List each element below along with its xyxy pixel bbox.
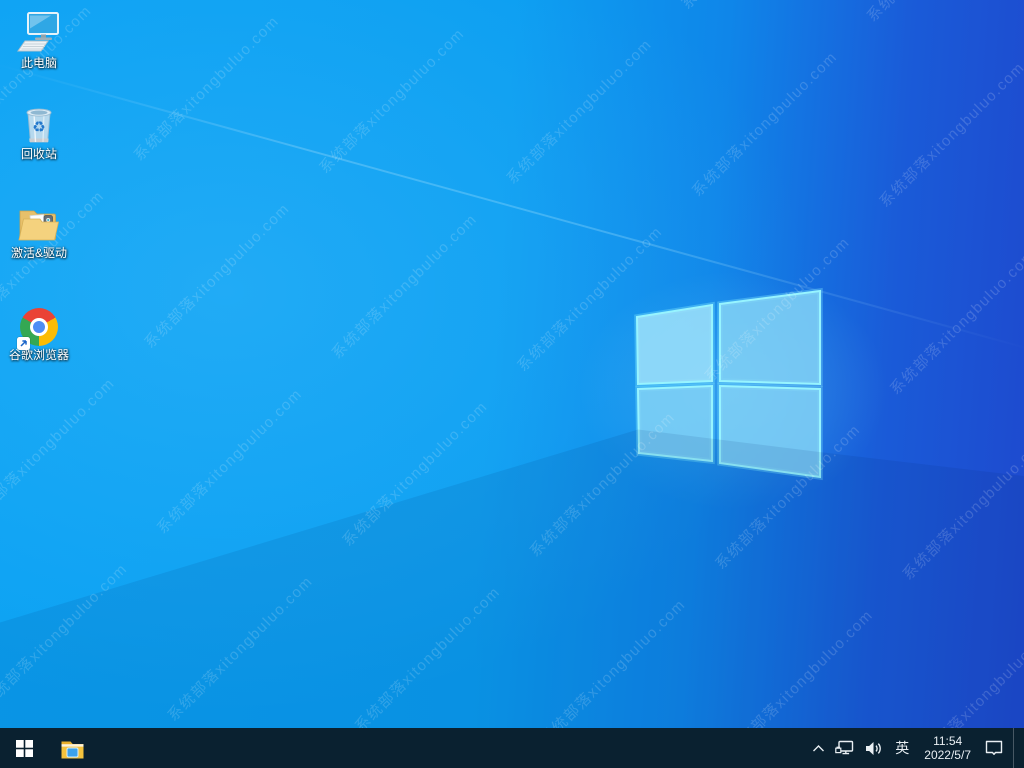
ime-language-indicator[interactable]: 英	[888, 728, 916, 768]
desktop-icon-label: 谷歌浏览器	[8, 348, 69, 362]
taskbar-clock[interactable]: 11:54 2022/5/7	[916, 728, 979, 768]
desktop-icon-label: 回收站	[20, 147, 57, 161]
shortcut-arrow-badge	[17, 337, 30, 350]
show-desktop-button[interactable]	[1014, 728, 1024, 768]
recycle-bin-icon: ♻	[15, 101, 63, 147]
start-button[interactable]	[0, 728, 48, 768]
action-center-icon	[985, 740, 1003, 755]
desktop-icon-chrome[interactable]: 谷歌浏览器	[3, 302, 75, 362]
windows-start-icon	[15, 739, 33, 757]
action-center-button[interactable]	[979, 728, 1009, 768]
desktop-icon-label: 此电脑	[20, 56, 57, 70]
clock-date: 2022/5/7	[924, 748, 971, 762]
desktop-area: 系统部落xitongbuluo.com 系统部落xitongbuluo.com …	[0, 0, 1024, 728]
taskbar: 英 11:54 2022/5/7	[0, 728, 1024, 768]
file-explorer-button[interactable]	[48, 728, 96, 768]
desktop-icon-recycle-bin[interactable]: ♻ 回收站	[3, 101, 75, 161]
volume-tray-button[interactable]	[860, 728, 888, 768]
tray-hidden-icons-button[interactable]	[807, 728, 830, 768]
file-explorer-icon	[61, 741, 83, 758]
this-pc-icon	[15, 10, 63, 56]
wallpaper: 系统部落xitongbuluo.com 系统部落xitongbuluo.com …	[0, 0, 1024, 728]
desktop-icon-activation-drivers[interactable]: 激活&驱动	[3, 200, 75, 260]
windows-desktop-screen: 系统部落xitongbuluo.com 系统部落xitongbuluo.com …	[0, 0, 1024, 768]
open-folder-icon	[15, 200, 63, 246]
desktop-icon-label: 激活&驱动	[10, 246, 67, 260]
speaker-icon	[866, 741, 882, 755]
network-tray-button[interactable]	[830, 728, 860, 768]
desktop-icon-this-pc[interactable]: 此电脑	[3, 10, 75, 70]
svg-text:♻: ♻	[32, 119, 45, 136]
chevron-up-icon	[813, 744, 825, 751]
clock-time: 11:54	[933, 734, 963, 748]
system-tray: 英 11:54 2022/5/7	[807, 728, 1024, 768]
chrome-icon	[15, 302, 63, 350]
network-icon	[835, 740, 854, 755]
